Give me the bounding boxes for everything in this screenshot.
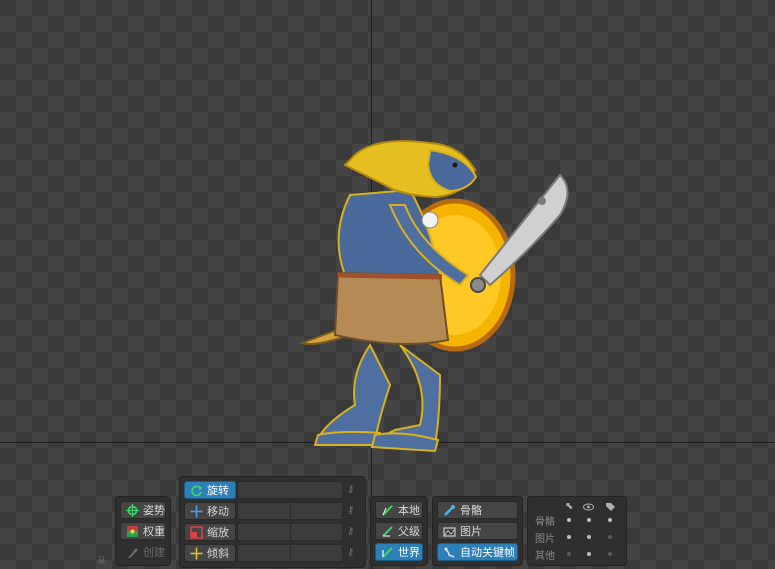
local-axis-icon bbox=[382, 505, 393, 516]
rotate-button[interactable]: 旋转 bbox=[184, 481, 236, 499]
visibility-panel: ⬉ 骨骼 图片 其他 bbox=[527, 496, 627, 566]
parent-axis-icon bbox=[382, 526, 393, 537]
key-options-panel: 骨骼 图片 自动关键帧 bbox=[432, 496, 523, 566]
tools-panel: 姿势 权重 创建 bbox=[115, 496, 171, 566]
world-axis-icon bbox=[382, 547, 393, 558]
images-visibility-label: 图片 bbox=[535, 534, 555, 545]
tag-icon bbox=[606, 503, 615, 511]
shear-label: 倾斜 bbox=[207, 547, 229, 560]
eye-icon bbox=[583, 503, 594, 511]
others-select-toggle[interactable] bbox=[567, 552, 571, 556]
pose-button[interactable]: 姿势 bbox=[120, 501, 166, 519]
lock-icon[interactable] bbox=[98, 556, 105, 564]
pose-icon bbox=[126, 504, 139, 517]
images-key-label: 图片 bbox=[460, 525, 482, 538]
bones-visibility-label: 骨骼 bbox=[535, 517, 555, 528]
translate-value-field[interactable] bbox=[237, 502, 343, 520]
rotate-key-icon[interactable]: ⚷ bbox=[347, 485, 357, 495]
bone-icon bbox=[444, 505, 455, 516]
images-names-toggle[interactable] bbox=[608, 535, 612, 539]
scale-value-field[interactable] bbox=[237, 523, 343, 541]
local-axis-button[interactable]: 本地 bbox=[375, 501, 423, 519]
images-visible-toggle[interactable] bbox=[587, 535, 591, 539]
create-label: 创建 bbox=[143, 546, 165, 559]
shear-icon bbox=[190, 547, 203, 560]
scale-key-icon[interactable]: ⚷ bbox=[347, 527, 357, 537]
bones-visible-toggle[interactable] bbox=[587, 518, 591, 522]
world-axis-button[interactable]: 世界 bbox=[375, 543, 423, 561]
bones-select-toggle[interactable] bbox=[567, 518, 571, 522]
scale-button[interactable]: 缩放 bbox=[184, 523, 236, 541]
auto-key-label: 自动关键帧 bbox=[460, 546, 515, 559]
others-names-toggle[interactable] bbox=[608, 552, 612, 556]
images-key-button[interactable]: 图片 bbox=[437, 522, 518, 540]
rotate-icon bbox=[191, 485, 203, 497]
translate-key-icon[interactable]: ⚷ bbox=[347, 506, 357, 516]
shear-key-icon[interactable]: ⚷ bbox=[347, 548, 357, 558]
rotate-label: 旋转 bbox=[207, 484, 229, 497]
local-axis-label: 本地 bbox=[398, 504, 420, 517]
create-icon bbox=[128, 548, 138, 558]
axes-panel: 本地 父级 世界 bbox=[370, 496, 428, 566]
bones-names-toggle[interactable] bbox=[608, 518, 612, 522]
bones-key-label: 骨骼 bbox=[460, 504, 482, 517]
others-visibility-label: 其他 bbox=[535, 551, 555, 562]
select-cursor-icon: ⬉ bbox=[565, 501, 574, 512]
images-select-toggle[interactable] bbox=[567, 535, 571, 539]
scale-icon bbox=[190, 526, 203, 539]
weights-icon bbox=[127, 526, 138, 537]
weights-button[interactable]: 权重 bbox=[120, 522, 166, 540]
translate-label: 移动 bbox=[207, 505, 229, 518]
world-axis-label: 世界 bbox=[398, 546, 420, 559]
bones-key-button[interactable]: 骨骼 bbox=[437, 501, 518, 519]
weights-label: 权重 bbox=[143, 525, 165, 538]
transform-panel: 旋转 ⚷ 移动 ⚷ 缩放 ⚷ 倾斜 ⚷ bbox=[179, 476, 366, 568]
others-visible-toggle[interactable] bbox=[587, 552, 591, 556]
parent-axis-button[interactable]: 父级 bbox=[375, 522, 423, 540]
shear-button[interactable]: 倾斜 bbox=[184, 544, 236, 562]
parent-axis-label: 父级 bbox=[398, 525, 420, 538]
shear-value-field[interactable] bbox=[237, 544, 343, 562]
auto-key-icon bbox=[444, 547, 455, 558]
image-icon bbox=[443, 527, 456, 537]
rotate-value-field[interactable] bbox=[237, 481, 343, 499]
translate-button[interactable]: 移动 bbox=[184, 502, 236, 520]
character-skeleton-image[interactable] bbox=[290, 135, 590, 455]
create-button[interactable]: 创建 bbox=[120, 543, 166, 561]
translate-icon bbox=[190, 505, 203, 518]
pose-label: 姿势 bbox=[143, 504, 165, 517]
scale-label: 缩放 bbox=[207, 526, 229, 539]
auto-key-button[interactable]: 自动关键帧 bbox=[437, 543, 518, 561]
